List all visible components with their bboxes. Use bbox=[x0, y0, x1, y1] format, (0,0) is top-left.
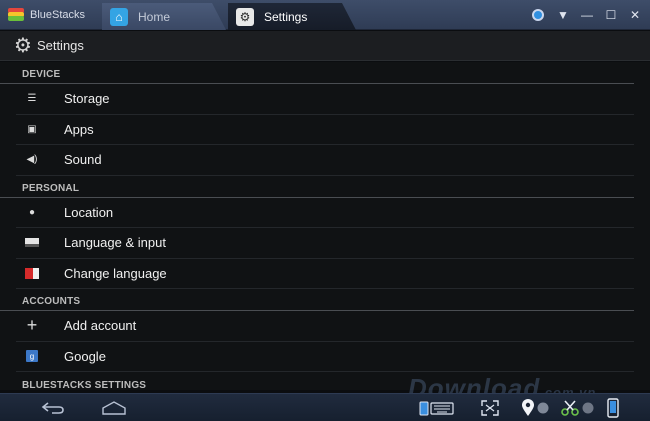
settings-item-label: Change language bbox=[64, 265, 167, 281]
home-button[interactable] bbox=[100, 398, 128, 418]
menu-down-icon[interactable]: ▼ bbox=[554, 6, 572, 24]
settings-item-label: Apps bbox=[64, 121, 94, 137]
settings-item-sound[interactable]: ◀) Sound bbox=[16, 145, 634, 176]
home-outline-icon bbox=[102, 401, 126, 415]
keyboard-icon bbox=[419, 401, 454, 416]
tab-settings-label: Settings bbox=[264, 9, 308, 24]
minimize-icon[interactable]: — bbox=[578, 6, 596, 24]
bluestacks-app-tab[interactable]: BlueStacks bbox=[0, 0, 100, 30]
settings-list[interactable]: DEVICE ☰ Storage ▣ Apps ◀) Sound PERSONA… bbox=[0, 62, 650, 390]
settings-item-label: Location bbox=[64, 204, 114, 220]
gear-icon[interactable]: ⚙ bbox=[14, 36, 32, 56]
keyboard-icon bbox=[16, 238, 48, 248]
settings-item-label: Add account bbox=[64, 318, 137, 334]
tab-settings[interactable]: ⚙ Settings bbox=[228, 3, 356, 30]
keyboard-toggle-button[interactable] bbox=[418, 398, 456, 418]
scissors-icon bbox=[561, 400, 579, 416]
share-button[interactable] bbox=[535, 398, 551, 418]
settings-round-button[interactable] bbox=[580, 398, 596, 418]
plus-icon: + bbox=[26, 315, 38, 336]
gear-icon: ⚙ bbox=[236, 8, 254, 26]
section-header-accounts: ACCOUNTS bbox=[0, 289, 634, 311]
rotate-device-button[interactable] bbox=[602, 398, 624, 418]
location-pin-icon: ● bbox=[28, 206, 36, 218]
back-button[interactable] bbox=[38, 398, 68, 418]
phone-rotate-icon bbox=[607, 398, 619, 418]
settings-item-label: Language & input bbox=[64, 235, 166, 251]
settings-item-language-input[interactable]: Language & input bbox=[16, 228, 634, 259]
storage-icon: ☰ bbox=[27, 93, 37, 105]
settings-item-label: Storage bbox=[64, 91, 110, 107]
window-titlebar: BlueStacks ⌂ Home ⚙ Settings ▼ — ☐ ✕ bbox=[0, 0, 650, 30]
section-header-device: DEVICE bbox=[0, 62, 634, 84]
settings-item-apps[interactable]: ▣ Apps bbox=[16, 115, 634, 145]
speaker-icon: ◀) bbox=[26, 154, 38, 166]
user-icon[interactable] bbox=[532, 9, 544, 21]
settings-item-storage[interactable]: ☰ Storage bbox=[16, 84, 634, 115]
settings-item-label: Google bbox=[64, 348, 106, 364]
fullscreen-icon bbox=[481, 400, 499, 416]
window-controls: ▼ — ☐ ✕ bbox=[532, 0, 644, 30]
maximize-icon[interactable]: ☐ bbox=[602, 6, 620, 24]
apps-icon: ▣ bbox=[27, 123, 37, 135]
google-icon: g bbox=[16, 350, 48, 363]
tab-home-label: Home bbox=[138, 9, 171, 24]
settings-item-change-language[interactable]: Change language bbox=[16, 259, 634, 289]
page-title: Settings bbox=[36, 38, 84, 53]
bottom-nav-bar bbox=[0, 393, 650, 421]
settings-item-location[interactable]: ● Location bbox=[16, 198, 634, 228]
settings-item-google[interactable]: g Google bbox=[16, 342, 634, 372]
share-dot-icon bbox=[537, 402, 549, 414]
back-arrow-icon bbox=[41, 402, 64, 414]
home-icon: ⌂ bbox=[110, 8, 128, 26]
settings-action-bar: ⚙ Settings bbox=[0, 31, 650, 61]
section-header-personal: PERSONAL bbox=[0, 176, 634, 198]
bluestacks-logo-icon bbox=[8, 8, 24, 22]
settings-item-add-account[interactable]: + Add account bbox=[16, 311, 634, 342]
fullscreen-button[interactable] bbox=[478, 398, 502, 418]
tab-home[interactable]: ⌂ Home bbox=[102, 3, 226, 30]
close-icon[interactable]: ✕ bbox=[626, 6, 644, 24]
flag-icon bbox=[16, 267, 48, 279]
settings-item-label: Sound bbox=[64, 152, 102, 168]
app-name: BlueStacks bbox=[30, 9, 86, 21]
circle-icon bbox=[582, 402, 594, 414]
screenshot-button[interactable] bbox=[558, 398, 582, 418]
location-pin-icon bbox=[522, 399, 534, 416]
